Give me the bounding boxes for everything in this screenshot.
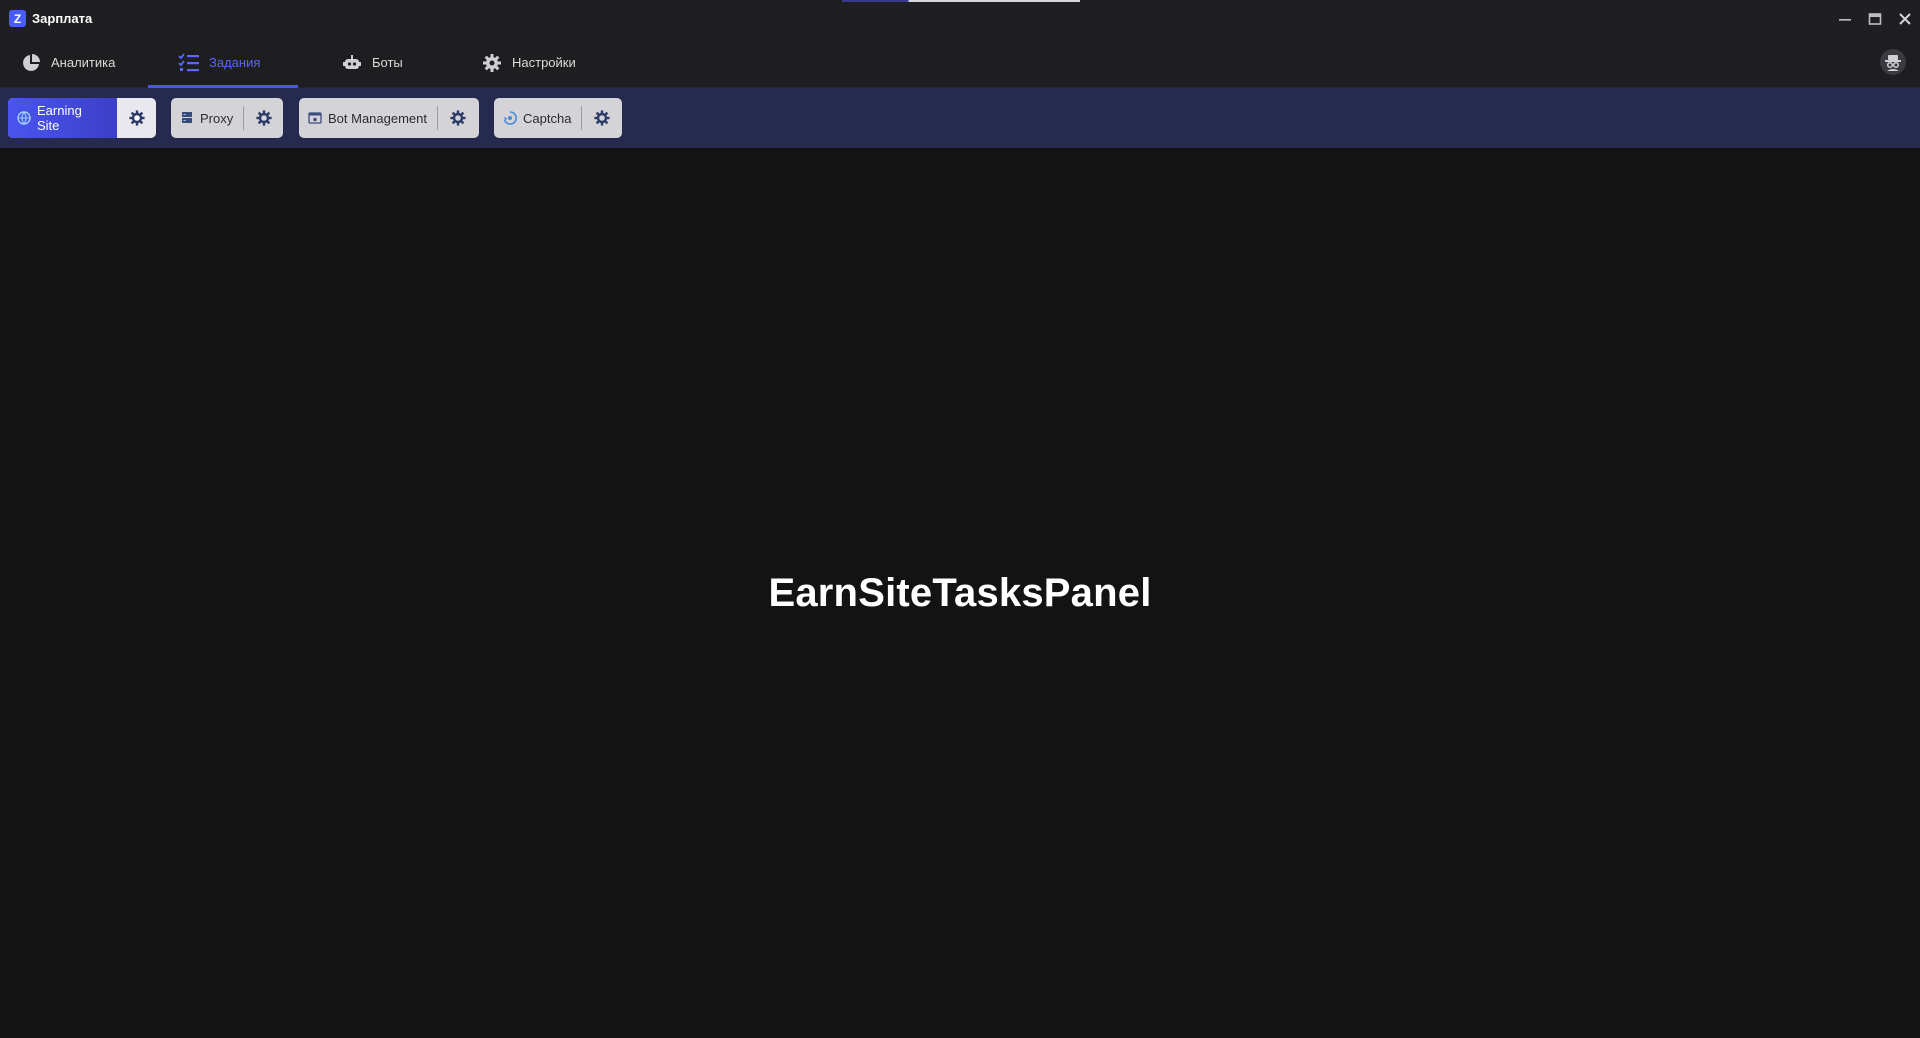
task-category-toolbar: Earning Site Proxy Bot Management Captch…	[0, 88, 1920, 148]
close-icon	[1899, 12, 1911, 25]
bot-window-icon	[308, 111, 322, 125]
tab-tasks[interactable]: Задания	[148, 37, 298, 88]
minimize-icon	[1839, 18, 1851, 21]
task-list-icon	[178, 52, 200, 74]
title-bar: Z Зарплата	[0, 0, 1920, 37]
window-controls	[1830, 0, 1920, 37]
minimize-button[interactable]	[1830, 0, 1860, 37]
profile-button[interactable]	[1880, 49, 1906, 75]
tab-settings[interactable]: Настройки	[481, 37, 611, 88]
robot-icon	[341, 52, 363, 74]
main-content: EarnSiteTasksPanel	[0, 148, 1920, 1038]
tab-settings-label: Настройки	[512, 55, 576, 70]
tab-analytics-label: Аналитика	[51, 55, 116, 70]
chip-captcha-button[interactable]: Captcha	[494, 98, 581, 138]
close-button[interactable]	[1890, 0, 1920, 37]
chip-captcha-settings[interactable]	[582, 98, 621, 138]
chip-captcha: Captcha	[494, 98, 622, 138]
chip-proxy-settings[interactable]	[244, 98, 283, 138]
title-bar-progress-strip	[842, 0, 1080, 2]
chip-bot-management-label: Bot Management	[328, 110, 428, 126]
chip-proxy-label: Proxy	[200, 110, 234, 126]
chip-captcha-label: Captcha	[523, 110, 572, 126]
chip-earning-site-button[interactable]: Earning Site	[8, 98, 118, 138]
globe-icon	[17, 111, 31, 125]
chip-proxy: Proxy	[171, 98, 283, 138]
tab-tasks-label: Задания	[209, 55, 261, 70]
chip-bot-management-settings[interactable]	[438, 98, 477, 138]
maximize-icon	[1868, 12, 1882, 25]
spy-avatar-icon	[1885, 55, 1901, 71]
tab-bots-label: Боты	[372, 55, 403, 70]
tab-bots[interactable]: Боты	[341, 37, 441, 88]
settings-gear-icon	[256, 110, 272, 126]
chip-earning-site-label: Earning Site	[37, 103, 82, 133]
chip-earning-site: Earning Site	[8, 98, 156, 138]
gear-icon	[481, 52, 503, 74]
chip-proxy-button[interactable]: Proxy	[171, 98, 243, 138]
panel-placeholder-label: EarnSiteTasksPanel	[768, 570, 1152, 615]
server-icon	[180, 111, 194, 125]
app-logo-icon: Z	[9, 10, 26, 27]
settings-gear-icon	[129, 110, 145, 126]
settings-gear-icon	[449, 110, 466, 126]
pie-chart-icon	[20, 52, 42, 74]
maximize-button[interactable]	[1860, 0, 1890, 37]
chip-bot-management: Bot Management	[299, 98, 479, 138]
settings-gear-icon	[594, 110, 610, 126]
window-title: Зарплата	[32, 11, 93, 26]
chip-bot-management-button[interactable]: Bot Management	[299, 98, 437, 138]
tab-analytics[interactable]: Аналитика	[20, 37, 145, 88]
main-nav: Аналитика Задания Боты Настройки	[0, 37, 1920, 88]
captcha-icon	[503, 111, 517, 125]
chip-earning-site-settings[interactable]	[117, 98, 156, 138]
